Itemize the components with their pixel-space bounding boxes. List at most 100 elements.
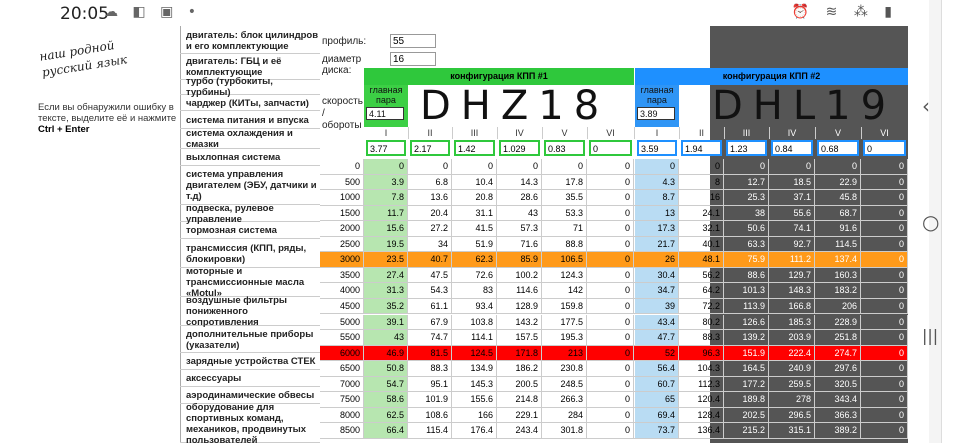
- speed-cell: 10.4: [452, 174, 497, 190]
- gear-ratio-input[interactable]: 0.68: [817, 140, 859, 156]
- table-row: 6500 50.8 88.3 134.9 186.2 230.8 0 56.4 104.3 164…: [320, 361, 908, 377]
- speed-cell: 40.7: [408, 252, 452, 267]
- speed-cell: 64.2: [679, 283, 724, 298]
- speed-cell: 15.6: [364, 221, 408, 236]
- gear-ratio-input[interactable]: 3.77: [366, 140, 406, 156]
- speed-cell: 88.3: [679, 330, 724, 345]
- menu-item[interactable]: зарядные устройства СТЕК: [180, 354, 320, 370]
- speed-cell: 189.8: [724, 392, 769, 407]
- menu-item[interactable]: моторные и трансмиссионные масла «Motul»: [180, 266, 320, 299]
- speed-cell: 39: [635, 298, 679, 314]
- speed-cell: 25.3: [724, 190, 769, 205]
- menu-item[interactable]: подвеска, рулевое управление: [180, 203, 320, 225]
- speed-cell: 106.5: [542, 252, 587, 267]
- menu-item[interactable]: турбо (турбокиты, турбины): [180, 76, 320, 98]
- gear-ratio-input[interactable]: 0.84: [771, 140, 813, 156]
- speed-cell: 62.3: [452, 252, 497, 267]
- speed-cell: 160.3: [815, 267, 861, 283]
- table-row: 7000 54.7 95.1 145.3 200.5 248.5 0 60.7 112.3 177…: [320, 376, 908, 393]
- recents-button[interactable]: |||: [922, 326, 938, 345]
- speed-cell: 284: [542, 407, 587, 423]
- speed-cell: 65: [635, 392, 679, 407]
- menu-item[interactable]: чарджер (КИТы, запчасти): [180, 96, 320, 111]
- speed-cell: 0: [587, 423, 634, 438]
- menu-item[interactable]: аксессуары: [180, 371, 320, 387]
- gear-ratio-input[interactable]: 1.94: [681, 140, 722, 156]
- speed-cell: 389.2: [815, 423, 861, 438]
- menu-item[interactable]: оборудование для спортивных команд, меха…: [180, 402, 320, 446]
- rpm-cell: 2000: [320, 221, 364, 236]
- speed-cell: 8.7: [635, 190, 679, 205]
- left-panel: наш родной русский язык Если вы обнаружи…: [34, 26, 181, 443]
- table-row: 4000 31.3 54.3 83 114.6 142 0 34.7 64.2 101.3 148.…: [320, 283, 908, 299]
- speed-cell: 8: [679, 174, 724, 190]
- speed-cell: 202.5: [724, 407, 769, 423]
- speed-cell: 0: [861, 174, 908, 190]
- speed-cell: 0: [542, 159, 587, 174]
- speed-cell: 13.6: [408, 190, 452, 205]
- menu-item[interactable]: система охлаждения и смазки: [180, 128, 320, 150]
- table-row: 2000 15.6 27.2 41.5 57.3 71 0 17.3 32.1 50.6 74.1 9…: [320, 221, 908, 237]
- menu-item[interactable]: трансмиссия (КПП, ряды, блокировки): [180, 240, 320, 268]
- speed-cell: 72.6: [452, 267, 497, 283]
- gear-ratio-input[interactable]: 0: [863, 140, 906, 156]
- back-button[interactable]: ‹: [922, 94, 930, 118]
- status-notification-icons: ☁ ◧ ▣ •: [104, 4, 202, 20]
- speed-cell: 248.5: [542, 376, 587, 392]
- speed-cell: 266.3: [542, 392, 587, 407]
- gear-ratio-input[interactable]: 3.59: [637, 140, 677, 156]
- speed-cell: 136.4: [679, 423, 724, 438]
- gear-ratio-input[interactable]: 1.42: [454, 140, 495, 156]
- speed-cell: 60.7: [635, 376, 679, 392]
- speed-cell: 58.6: [364, 392, 408, 407]
- menu-item[interactable]: система питания и впуска: [180, 112, 320, 129]
- menu-item[interactable]: тормозная система: [180, 223, 320, 239]
- profile-input[interactable]: 55: [390, 34, 436, 48]
- speed-cell: 0: [587, 159, 634, 174]
- gear-ratio-input[interactable]: 1.23: [726, 140, 767, 156]
- gear-ratio-input[interactable]: 0: [589, 140, 632, 156]
- gear-ratio-input[interactable]: 1.029: [499, 140, 540, 156]
- speed-cell: 128.9: [497, 298, 542, 314]
- speed-cell: 240.9: [769, 361, 815, 376]
- config2-main-pair-input[interactable]: 3.89: [637, 107, 675, 120]
- gear-header: IV: [497, 127, 543, 139]
- speed-cell: 164.5: [724, 361, 769, 376]
- rpm-cell: 8500: [320, 423, 364, 438]
- speed-cell: 32.1: [679, 221, 724, 236]
- speed-cell: 71: [542, 221, 587, 236]
- speed-cell: 50.8: [364, 361, 408, 376]
- speed-cell: 0: [587, 190, 634, 205]
- speed-cell: 43.4: [635, 314, 679, 329]
- menu-item[interactable]: дополнительные приборы (указатели): [180, 327, 320, 353]
- gear-ratio-input[interactable]: 2.17: [410, 140, 450, 156]
- table-row: 3500 27.4 47.5 72.6 100.2 124.3 0 30.4 56.2 88.6 1…: [320, 267, 908, 284]
- speed-cell: 28.6: [497, 190, 542, 205]
- speed-cell: 96.3: [679, 345, 724, 361]
- speed-cell: 43: [497, 205, 542, 221]
- speed-cell: 114.6: [497, 283, 542, 298]
- speed-cell: 101.9: [408, 392, 452, 407]
- speed-cell: 215.2: [724, 423, 769, 438]
- config1-handwriting: DHZ18: [420, 83, 610, 129]
- handwritten-scribble: наш родной русский язык: [38, 38, 129, 80]
- table-row: 8000 62.5 108.6 166 229.1 284 0 69.4 128.4 202.5 2…: [320, 407, 908, 424]
- diameter-input[interactable]: 16: [390, 52, 436, 66]
- speed-cell: 56.4: [635, 361, 679, 376]
- speed-cell: 0: [861, 236, 908, 252]
- speed-cell: 206: [815, 298, 861, 314]
- home-button[interactable]: ○: [922, 210, 939, 234]
- menu-item[interactable]: выхлопная система: [180, 150, 320, 166]
- menu-item[interactable]: система управления двигателем (ЭБУ, датч…: [180, 167, 320, 205]
- gear-header: IV: [769, 127, 816, 139]
- config1-main-pair-input[interactable]: 4.11: [366, 107, 404, 120]
- menu-item[interactable]: двигатель: блок цилиндров и его комплект…: [180, 28, 320, 54]
- speed-cell: 0: [587, 345, 634, 361]
- menu-item[interactable]: воздушные фильтры пониженного сопротивле…: [180, 295, 320, 328]
- gear-header: III: [724, 127, 770, 139]
- table-row: 500 3.9 6.8 10.4 14.3 17.8 0 4.3 8 12.7 18.5 22.9 0: [320, 174, 908, 191]
- config1-main-pair: главная пара 4.11: [364, 85, 408, 127]
- gear-ratio-input[interactable]: 0.83: [544, 140, 585, 156]
- speed-cell: 47.5: [408, 267, 452, 283]
- speed-rpm-label: скорость / обороты: [322, 96, 363, 131]
